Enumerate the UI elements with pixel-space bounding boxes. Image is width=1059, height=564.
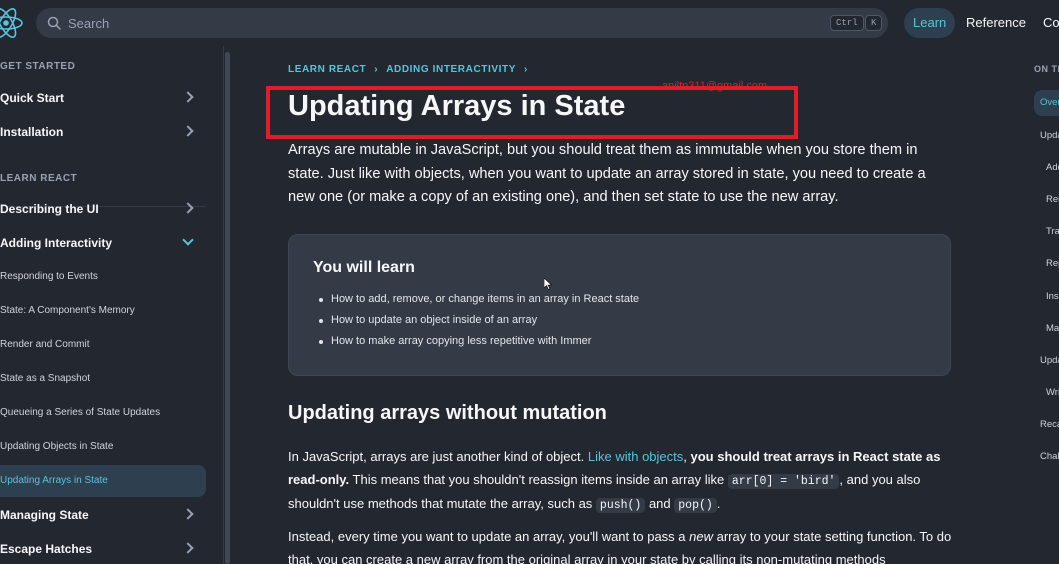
table-of-contents: ON THIS PAGE Overview Updating arrays wi… — [1034, 46, 1059, 564]
text-span: In JavaScript, arrays are just another k… — [288, 449, 588, 464]
chevron-down-icon — [182, 234, 194, 246]
chevron-right-icon — [182, 125, 194, 137]
chevron-right-icon — [182, 542, 194, 554]
sidebar-subitem-state-as-snapshot[interactable]: State as a Snapshot — [0, 363, 206, 395]
list-item: How to update an object inside of an arr… — [318, 310, 639, 331]
nav-community-link[interactable]: Co — [1034, 8, 1059, 38]
sidebar-item-label: Installation — [0, 125, 64, 139]
breadcrumb-adding-interactivity[interactable]: ADDING INTERACTIVITY — [386, 64, 516, 75]
search-placeholder: Search — [68, 16, 110, 31]
inline-code: arr[0] = 'bird' — [727, 473, 840, 489]
toc-item[interactable]: Transforming an array — [1046, 226, 1059, 237]
sidebar-subitem-state-memory[interactable]: State: A Component's Memory — [0, 295, 206, 327]
sidebar-item-installation[interactable]: Installation — [0, 116, 206, 148]
toc-item[interactable]: Challenges — [1040, 451, 1059, 462]
toc-item[interactable]: Removing from an array — [1046, 194, 1059, 205]
text-span: . — [716, 496, 721, 511]
toc-item[interactable]: Inserting into an array — [1046, 291, 1059, 302]
sidebar-item-label: Quick Start — [0, 91, 65, 105]
learn-box-list: How to add, remove, or change items in a… — [318, 289, 639, 352]
like-with-objects-link[interactable]: Like with objects — [588, 449, 683, 464]
list-item: How to add, remove, or change items in a… — [318, 289, 639, 310]
paragraph-arrays-readonly: In JavaScript, arrays are just another k… — [288, 446, 952, 518]
paragraph-instead: Instead, every time you want to update a… — [288, 526, 952, 564]
sidebar-item-label: Managing State — [0, 508, 89, 522]
sidebar-subitem-updating-arrays[interactable]: Updating Arrays in State — [0, 465, 206, 497]
sidebar-item-label: Escape Hatches — [0, 542, 93, 556]
sidebar-item-managing-state[interactable]: Managing State — [0, 499, 206, 531]
shortcut-ctrl-key: Ctrl — [830, 15, 864, 31]
sidebar-subitem-updating-objects[interactable]: Updating Objects in State — [0, 431, 206, 463]
text-span: , — [683, 449, 691, 464]
text-span: This means that you shouldn't reassign i… — [349, 471, 728, 487]
search-icon — [47, 16, 61, 30]
chevron-right-icon: › — [374, 64, 379, 75]
red-annotation-box — [266, 86, 798, 139]
toc-item[interactable]: Making other changes to an array — [1046, 323, 1059, 334]
sidebar-scrollbar[interactable] — [225, 52, 230, 564]
shortcut-k-key: K — [865, 15, 883, 31]
toc-item[interactable]: Recap — [1040, 419, 1059, 430]
toc-item[interactable]: Adding to an array — [1046, 162, 1059, 173]
sidebar-item-label: Describing the UI — [0, 202, 99, 216]
list-item: How to make array copying less repetitiv… — [318, 331, 639, 352]
breadcrumb-learn-react[interactable]: LEARN REACT — [288, 64, 366, 75]
search-input[interactable]: Search Ctrl K — [36, 8, 888, 38]
toc-item[interactable]: Write concise update logic with Immer — [1046, 387, 1059, 398]
top-navigation-bar: Search Ctrl K Learn Reference Co — [0, 0, 1059, 46]
nav-reference-link[interactable]: Reference — [957, 8, 1035, 38]
you-will-learn-box: You will learn How to add, remove, or ch… — [288, 234, 951, 376]
sidebar-item-adding-interactivity[interactable]: Adding Interactivity — [0, 227, 206, 259]
chevron-right-icon — [182, 508, 194, 520]
nav-learn-link[interactable]: Learn — [904, 8, 956, 38]
sidebar-item-label: Adding Interactivity — [0, 236, 113, 250]
inline-code: push() — [595, 498, 646, 513]
toc-item[interactable]: Updating objects inside arrays — [1040, 355, 1059, 366]
toc-item[interactable]: Updating arrays without mutation — [1040, 130, 1059, 141]
mouse-cursor-icon — [544, 278, 552, 290]
intro-paragraph: Arrays are mutable in JavaScript, but yo… — [288, 142, 926, 205]
sidebar: GET STARTED Quick Start Installation LEA… — [0, 46, 224, 564]
sidebar-section-get-started: GET STARTED — [0, 61, 76, 72]
learn-box-title: You will learn — [313, 259, 415, 276]
sidebar-item-quick-start[interactable]: Quick Start — [0, 82, 206, 114]
toc-item[interactable]: Replacing items in an array — [1046, 258, 1059, 269]
toc-heading: ON THIS PAGE — [1034, 64, 1059, 74]
react-logo-icon[interactable] — [0, 6, 24, 40]
sidebar-item-escape-hatches[interactable]: Escape Hatches — [0, 533, 206, 564]
chevron-right-icon: › — [523, 64, 528, 75]
sidebar-item-describing-ui[interactable]: Describing the UI — [0, 193, 206, 225]
sidebar-section-learn-react: LEARN REACT — [0, 173, 78, 184]
breadcrumb: LEARN REACT › ADDING INTERACTIVITY › — [288, 64, 536, 75]
sidebar-subitem-queueing-state-updates[interactable]: Queueing a Series of State Updates — [0, 397, 206, 429]
text-span: Instead, every time you want to update a… — [288, 529, 690, 544]
toc-item-overview[interactable]: Overview — [1034, 90, 1059, 116]
section-heading: Updating arrays without mutation — [288, 402, 607, 424]
chevron-right-icon — [182, 202, 194, 214]
text-span: and — [645, 496, 675, 511]
sidebar-subitem-render-and-commit[interactable]: Render and Commit — [0, 329, 206, 361]
italic-text: new — [689, 529, 713, 544]
sidebar-subitem-responding-to-events[interactable]: Responding to Events — [0, 261, 206, 293]
chevron-right-icon — [182, 91, 194, 103]
inline-code: pop() — [674, 498, 717, 513]
